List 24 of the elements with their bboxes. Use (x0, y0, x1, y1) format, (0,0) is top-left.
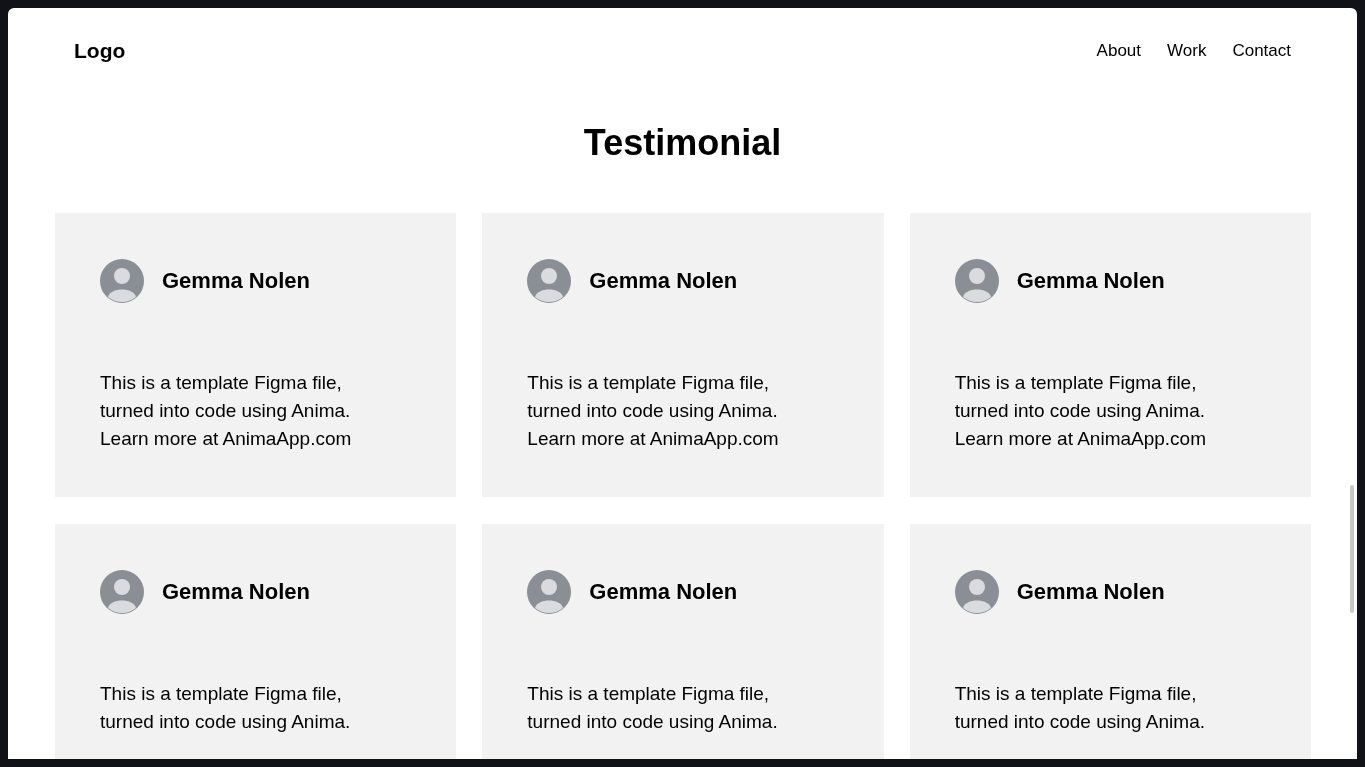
person-name: Gemma Nolen (589, 268, 738, 294)
avatar-icon (954, 570, 999, 614)
testimonial-text: This is a template Figma file, turned into code using Anima. Learn more at AnimaApp.com (527, 371, 780, 451)
testimonial-text: This is a template Figma file, turned into code using Anima. (527, 682, 779, 734)
avatar-icon (527, 259, 572, 303)
person-name: Gemma Nolen (1016, 579, 1165, 605)
avatar-icon (954, 259, 999, 303)
nav-link[interactable]: About (1096, 41, 1142, 61)
nav-link[interactable]: Work (1167, 41, 1207, 61)
person-name: Gemma Nolen (162, 579, 310, 605)
person-name: Gemma Nolen (162, 268, 310, 294)
testimonial-text: This is a template Figma file, turned into code using Anima. Learn more at AnimaApp.com (100, 371, 353, 451)
person-name: Gemma Nolen (589, 579, 738, 605)
testimonial-text: This is a template Figma file, turned into code using Anima. (954, 682, 1206, 734)
testimonial-text: This is a template Figma file, turned into code using Anima. Learn more at AnimaApp.com (954, 371, 1207, 451)
logo[interactable]: Logo (74, 39, 126, 63)
scrollbar-thumb[interactable] (1350, 485, 1354, 613)
nav-link[interactable]: Contact (1232, 41, 1291, 61)
testimonial-text: This is a template Figma file, turned into code using Anima. (100, 682, 352, 734)
avatar-icon (527, 570, 572, 614)
avatar-icon (100, 259, 144, 303)
person-name: Gemma Nolen (1016, 268, 1165, 294)
avatar-icon (100, 570, 144, 614)
section-title: Testimonial (582, 123, 783, 163)
